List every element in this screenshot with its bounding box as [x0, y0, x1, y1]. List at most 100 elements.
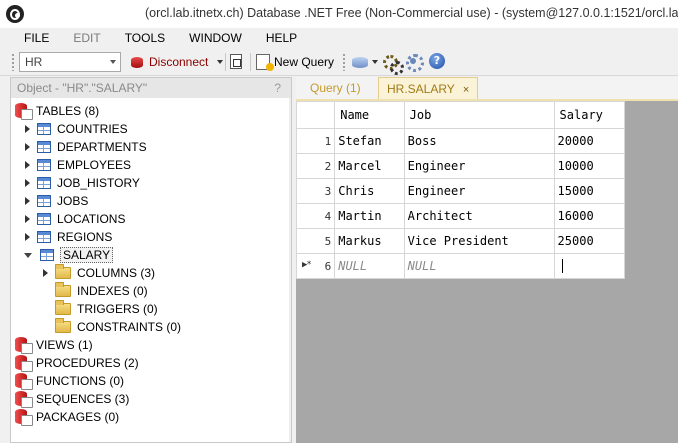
tree-node-triggers[interactable]: TRIGGERS (0) — [55, 300, 158, 318]
tree-node-label: TABLES (8) — [36, 104, 100, 118]
cell-salary[interactable]: 20000 — [553, 128, 626, 154]
help-icon[interactable]: ? — [429, 53, 445, 69]
cell-job[interactable]: Engineer — [403, 178, 555, 204]
disconnect-button[interactable]: Disconnect — [129, 52, 208, 72]
refresh-document-icon[interactable] — [230, 54, 242, 69]
tree-node-sequences[interactable]: SEQUENCES (3) — [15, 390, 129, 408]
row-number[interactable]: 4 — [295, 203, 336, 229]
tree-node-label: VIEWS (1) — [36, 338, 93, 352]
tree-node-packages[interactable]: PACKAGES (0) — [15, 408, 119, 426]
panel-help-icon[interactable]: ? — [274, 81, 281, 95]
cell-name[interactable]: Markus — [334, 228, 405, 254]
row-number[interactable]: ▶* 6 — [295, 253, 336, 279]
cell-name[interactable]: Martin — [334, 203, 405, 229]
gears-icon[interactable] — [382, 53, 404, 75]
table-row[interactable]: 1 Stefan Boss 20000 — [295, 128, 626, 154]
menu-help[interactable]: HELP — [254, 28, 309, 48]
app-logo-icon — [6, 5, 24, 23]
cell-name[interactable]: Chris — [334, 178, 405, 204]
row-number[interactable]: 3 — [295, 178, 336, 204]
expand-arrow-icon[interactable] — [25, 161, 30, 169]
tree-node-table[interactable]: JOBS — [25, 192, 88, 210]
table-row[interactable]: 4 Martin Architect 16000 — [295, 203, 626, 229]
tree-node-label: PACKAGES (0) — [36, 410, 120, 424]
tree-node-label: JOB_HISTORY — [57, 176, 140, 190]
cell-job[interactable]: Vice President — [403, 228, 555, 254]
cell-job-null[interactable]: NULL — [403, 253, 555, 279]
menu-window[interactable]: WINDOW — [177, 28, 254, 48]
cell-job[interactable]: Architect — [403, 203, 555, 229]
tree-node-table[interactable]: DEPARTMENTS — [25, 138, 147, 156]
cell-name[interactable]: Stefan — [334, 128, 405, 154]
table-row[interactable]: 2 Marcel Engineer 10000 — [295, 153, 626, 179]
toolbar-grip[interactable] — [342, 53, 346, 71]
expand-arrow-icon[interactable] — [25, 215, 30, 223]
column-header-job[interactable]: Job — [403, 101, 555, 129]
expand-arrow-icon[interactable] — [25, 179, 30, 187]
table-row[interactable]: 5 Markus Vice President 25000 — [295, 228, 626, 254]
toolbar: HR Disconnect New Query ? — [0, 48, 678, 76]
toolbar-separator — [250, 53, 251, 71]
row-number[interactable]: 2 — [295, 153, 336, 179]
row-number[interactable]: 1 — [295, 128, 336, 154]
cell-job[interactable]: Engineer — [403, 153, 555, 179]
expand-arrow-icon[interactable] — [25, 197, 30, 205]
new-row[interactable]: ▶* 6 NULL NULL — [295, 253, 626, 279]
tree-node-label: COLUMNS (3) — [77, 266, 156, 280]
panel-scrollbar[interactable] — [289, 98, 291, 442]
tree-node-label: SALARY — [60, 247, 114, 263]
new-query-button[interactable]: New Query — [256, 52, 334, 72]
expand-arrow-icon[interactable] — [25, 125, 30, 133]
expand-arrow-icon[interactable] — [25, 233, 30, 241]
menu-edit[interactable]: EDIT — [61, 28, 112, 48]
database-tools-icon[interactable] — [352, 53, 370, 71]
tree-node-label: COUNTRIES — [57, 122, 128, 136]
cell-salary[interactable]: 15000 — [553, 178, 626, 204]
cell-salary[interactable]: 10000 — [553, 153, 626, 179]
tree-node-procedures[interactable]: PROCEDURES (2) — [15, 354, 139, 372]
column-header-name[interactable]: Name — [334, 101, 405, 129]
tree-node-indexes[interactable]: INDEXES (0) — [55, 282, 148, 300]
cell-salary[interactable]: 16000 — [553, 203, 626, 229]
tree-node-columns[interactable]: COLUMNS (3) — [43, 264, 155, 282]
menu-tools[interactable]: TOOLS — [113, 28, 177, 48]
results-grid: Name Job Salary 1 Stefan Boss 20000 2 Ma… — [295, 101, 626, 279]
row-number[interactable]: 5 — [295, 228, 336, 254]
table-icon — [37, 123, 51, 135]
tab-query[interactable]: Query (1) — [310, 77, 361, 99]
tree-node-table-selected[interactable]: SALARY — [24, 246, 114, 264]
results-grid-area: Name Job Salary 1 Stefan Boss 20000 2 Ma… — [295, 99, 678, 443]
menu-file[interactable]: FILE — [0, 28, 61, 48]
database-tools-dropdown-icon[interactable] — [372, 60, 378, 64]
disconnect-dropdown-icon[interactable] — [217, 60, 223, 64]
tree-node-label: INDEXES (0) — [77, 284, 148, 298]
collapse-arrow-icon[interactable] — [24, 252, 32, 258]
cell-salary-editing[interactable] — [553, 253, 626, 279]
tab-hr-salary[interactable]: HR.SALARY × — [378, 77, 479, 99]
schema-select[interactable]: HR — [19, 52, 121, 72]
tree-node-table[interactable]: EMPLOYEES — [25, 156, 131, 174]
tree-node-label: FUNCTIONS (0) — [36, 374, 124, 388]
close-icon[interactable]: × — [463, 84, 469, 96]
tree-node-functions[interactable]: FUNCTIONS (0) — [15, 372, 124, 390]
tree-node-table[interactable]: JOB_HISTORY — [25, 174, 140, 192]
table-row[interactable]: 3 Chris Engineer 15000 — [295, 178, 626, 204]
tree-node-tables[interactable]: TABLES (8) — [15, 102, 99, 120]
toolbar-grip[interactable] — [11, 53, 15, 71]
cell-name[interactable]: Marcel — [334, 153, 405, 179]
cell-salary[interactable]: 25000 — [553, 228, 626, 254]
expand-arrow-icon[interactable] — [25, 143, 30, 151]
tree-node-views[interactable]: VIEWS (1) — [15, 336, 93, 354]
cell-name-null[interactable]: NULL — [334, 253, 405, 279]
tree-node-table[interactable]: REGIONS — [25, 228, 112, 246]
table-icon — [37, 177, 51, 189]
tree-node-label: SEQUENCES (3) — [36, 392, 130, 406]
tree-node-table[interactable]: LOCATIONS — [25, 210, 125, 228]
cell-job[interactable]: Boss — [403, 128, 555, 154]
expand-arrow-icon[interactable] — [43, 269, 48, 277]
gear-icon[interactable] — [405, 53, 424, 72]
grid-corner[interactable] — [295, 101, 336, 129]
tree-node-constraints[interactable]: CONSTRAINTS (0) — [55, 318, 181, 336]
column-header-salary[interactable]: Salary — [553, 101, 626, 129]
tree-node-table[interactable]: COUNTRIES — [25, 120, 128, 138]
